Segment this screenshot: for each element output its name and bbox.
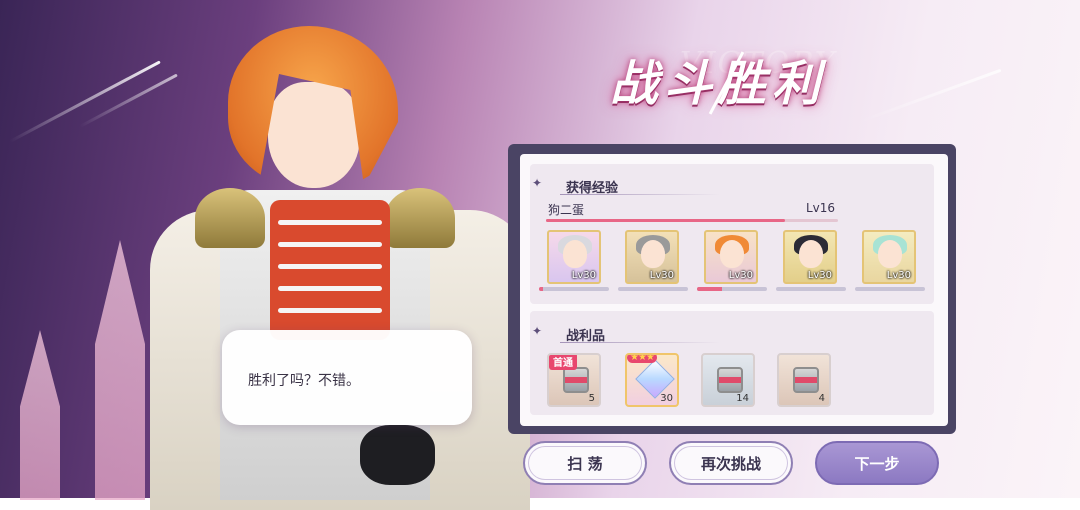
character-card[interactable]: Lv30 [704, 230, 758, 284]
loot-count: 14 [736, 393, 749, 404]
character-exp-bar [618, 287, 688, 291]
character-exp-bar [697, 287, 767, 291]
can-label [719, 377, 741, 383]
loot-item[interactable]: ★★★ 30 [625, 353, 679, 407]
castle-spire [20, 330, 60, 500]
character-glove [360, 425, 435, 485]
star-rating-badge: ★★★ [627, 355, 657, 363]
food-can-icon [563, 367, 589, 393]
character-card[interactable]: Lv30 [862, 230, 916, 284]
loot-item[interactable]: 首通 5 [547, 353, 601, 407]
character-portrait-face [720, 240, 744, 268]
character-level: Lv30 [649, 270, 674, 281]
food-can-icon [793, 367, 819, 393]
first-clear-badge: 首通 [549, 355, 577, 370]
left-epaulette [195, 188, 265, 248]
can-label [795, 377, 817, 383]
character-exp-bar [855, 287, 925, 291]
food-can-icon [717, 367, 743, 393]
character-card[interactable]: Lv30 [783, 230, 837, 284]
sparkle-icon: ✦ [532, 324, 543, 338]
sweep-button[interactable]: 扫 荡 [523, 441, 647, 485]
player-name: 狗二蛋 [548, 203, 585, 217]
sparkle-icon: ✦ [532, 176, 543, 190]
light-streak [9, 60, 161, 143]
character-face [268, 82, 360, 188]
chest-lace [278, 286, 382, 291]
character-card[interactable]: Lv30 [547, 230, 601, 284]
right-epaulette [385, 188, 455, 248]
chest-lace [278, 264, 382, 269]
title-underline [560, 194, 720, 195]
character-portrait-face [799, 240, 823, 268]
loot-item[interactable]: 4 [777, 353, 831, 407]
next-button[interactable]: 下一步 [815, 441, 939, 485]
loot-count: 4 [818, 393, 825, 404]
chest-lace [278, 242, 382, 247]
character-level: Lv30 [571, 270, 596, 281]
character-exp-fill [697, 287, 722, 291]
character-illustration [150, 20, 530, 510]
victory-title: 战斗胜利 [610, 56, 827, 112]
character-card[interactable]: Lv30 [625, 230, 679, 284]
loot-item[interactable]: 14 [701, 353, 755, 407]
loot-count: 30 [660, 393, 673, 404]
player-exp-fill [546, 219, 786, 222]
character-exp-bar [776, 287, 846, 291]
character-portrait-face [563, 240, 587, 268]
player-exp-bar [546, 219, 838, 222]
character-exp-bar [539, 287, 609, 291]
chest-lace [278, 308, 382, 313]
character-portrait-face [641, 240, 665, 268]
player-level: Lv16 [806, 201, 836, 215]
dialogue-text: 胜利了吗？不错。 [248, 373, 360, 389]
castle-spire [95, 240, 145, 500]
chest-lace [278, 220, 382, 225]
retry-button[interactable]: 再次挑战 [669, 441, 793, 485]
dialogue-bubble: 胜利了吗？不错。 [222, 330, 472, 425]
character-portrait-face [878, 240, 902, 268]
title-underline [560, 342, 720, 343]
character-level: Lv30 [886, 270, 911, 281]
character-exp-fill [539, 287, 543, 291]
character-level: Lv30 [807, 270, 832, 281]
can-label [565, 377, 587, 383]
character-level: Lv30 [728, 270, 753, 281]
loot-count: 5 [588, 393, 595, 404]
